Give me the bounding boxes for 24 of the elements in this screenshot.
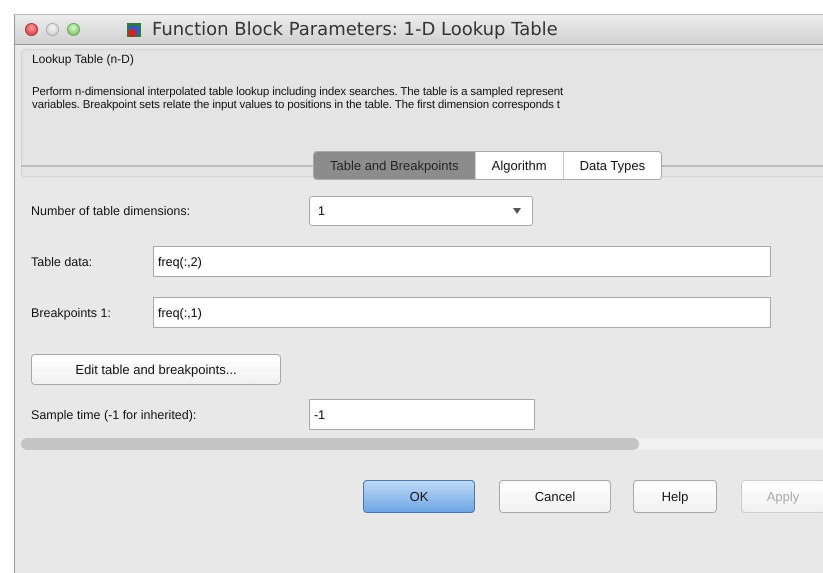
caret-icon <box>512 206 522 214</box>
input-field[interactable]: freq(:,2) <box>153 246 771 277</box>
block-icon <box>126 22 142 38</box>
tab[interactable]: Table and Breakpoints <box>314 152 476 179</box>
dropdown[interactable]: 1 <box>309 196 533 226</box>
close-icon[interactable] <box>25 23 38 36</box>
input-field[interactable]: -1 <box>309 399 535 430</box>
field-label: Sample time (-1 for inherited): <box>31 408 198 422</box>
edit-button[interactable]: Edit table and breakpoints... <box>31 354 281 385</box>
scrollbar-thumb[interactable] <box>21 438 639 450</box>
field-label: Breakpoints 1: <box>31 306 112 320</box>
group-title: Lookup Table (n-D) <box>32 52 134 66</box>
description-text: Perform n-dimensional interpolated table lookup including index searches. The table is a sampled represent <box>32 86 564 99</box>
window-title: Function Block Parameters: 1-D Lookup Table <box>152 19 558 40</box>
minimize-icon[interactable] <box>46 23 59 36</box>
field-label: Table data: <box>31 254 94 268</box>
scrollbar[interactable] <box>21 438 823 450</box>
description-text: variables. Breakpoint sets relate the input values to positions in the table. The first dimension corresponds t <box>32 99 561 112</box>
dialog-button[interactable]: OK <box>363 480 475 513</box>
dialog-button[interactable]: Cancel <box>499 480 611 513</box>
field-label: Number of table dimensions: <box>31 204 192 218</box>
input-field[interactable]: freq(:,1) <box>153 297 771 328</box>
zoom-icon[interactable] <box>67 23 80 36</box>
dialog-button[interactable]: Help <box>633 480 717 513</box>
